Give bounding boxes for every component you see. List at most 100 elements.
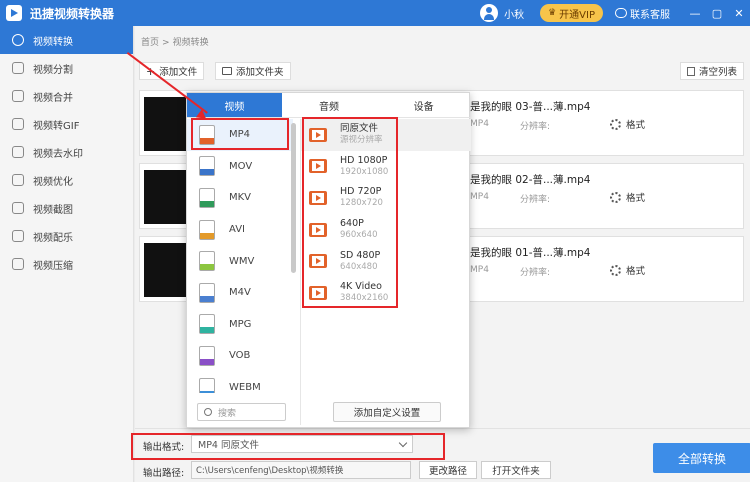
clear-list-label: 清空列表 [698,67,737,78]
sidebar-item-video-compress[interactable]: 视频压缩 [0,250,133,278]
sidebar-item-video-split[interactable]: 视频分割 [0,54,133,82]
format-item-m4v[interactable]: M4V [187,277,293,309]
format-settings-button[interactable]: 格式 [610,117,645,131]
compress-icon [12,258,24,270]
format-list: MP4 MOV MKV AVI WMV M4V MPG VOB WEBM [187,119,293,393]
clear-list-button[interactable]: 清空列表 [679,62,744,80]
add-folder-button[interactable]: 添加文件夹 [215,62,291,80]
file-name: 是我的眼 01-普...薄.mp4 [470,247,591,259]
folder-icon [222,67,232,75]
vip-button[interactable]: ♛ 开通VIP [540,4,603,22]
sidebar-item-video-to-gif[interactable]: 视频转GIF [0,110,133,138]
format-label: AVI [229,224,245,236]
file-format: MP4 [470,265,489,275]
add-file-label: 添加文件 [159,67,198,78]
sidebar: 视频转换 视频分割 视频合并 视频转GIF 视频去水印 视频优化 视频截图 视频… [0,26,134,482]
video-thumbnail [144,97,188,151]
avi-file-icon [199,219,215,240]
file-resolution: 分辨率: [520,122,551,132]
maximize-button[interactable]: ▢ [706,0,728,26]
add-custom-setting-button[interactable]: 添加自定义设置 [333,402,441,422]
app-logo-icon [6,5,22,21]
close-button[interactable]: ✕ [728,0,750,26]
sidebar-item-video-screenshot[interactable]: 视频截图 [0,194,133,222]
add-folder-label: 添加文件夹 [236,67,284,78]
sidebar-item-label: 视频分割 [33,64,73,76]
gear-icon [610,264,621,276]
output-path-field[interactable]: C:\Users\cenfeng\Desktop\视频转换 [191,461,411,479]
format-settings-button[interactable]: 格式 [610,190,645,204]
format-item-avi[interactable]: AVI [187,214,293,246]
format-list-scrollbar[interactable] [291,123,296,273]
format-label: WEBM [229,382,261,393]
sidebar-item-remove-watermark[interactable]: 视频去水印 [0,138,133,166]
format-tabs: 视频 音频 设备 [187,93,471,118]
format-item-mpg[interactable]: MPG [187,309,293,341]
sidebar-item-label: 视频转GIF [33,120,80,132]
vob-file-icon [199,345,215,366]
title-bar: 迅捷视频转换器 小秋 ♛ 开通VIP 联系客服 — ▢ ✕ [0,0,750,26]
format-item-mkv[interactable]: MKV [187,182,293,214]
avatar-icon[interactable] [480,4,499,22]
customer-service-label: 联系客服 [630,9,670,21]
tab-audio[interactable]: 音频 [282,93,377,117]
format-item-vob[interactable]: VOB [187,340,293,372]
sidebar-item-video-convert[interactable]: 视频转换 [0,26,133,54]
format-settings-button[interactable]: 格式 [610,263,645,277]
webm-file-icon [199,377,215,393]
music-icon [12,230,24,242]
file-resolution: 分辨率: [520,268,551,278]
file-name: 是我的眼 02-普...薄.mp4 [470,174,591,186]
breadcrumb-home[interactable]: 首页 [141,38,159,48]
convert-all-button[interactable]: 全部转换 [653,443,750,473]
annotation-box-output-format [131,433,445,460]
format-search-input[interactable]: 搜索 [197,403,286,421]
format-settings-label: 格式 [626,120,646,131]
minimize-button[interactable]: — [684,0,706,26]
format-item-wmv[interactable]: WMV [187,245,293,277]
file-name: 是我的眼 03-普...薄.mp4 [470,101,591,113]
merge-icon [12,90,24,102]
sidebar-item-video-merge[interactable]: 视频合并 [0,82,133,110]
sidebar-item-video-optimize[interactable]: 视频优化 [0,166,133,194]
search-icon [204,408,212,416]
crown-icon: ♛ [548,8,557,18]
format-label: VOB [229,350,251,362]
change-path-button[interactable]: 更改路径 [419,461,477,479]
mpg-file-icon [199,314,215,335]
format-item-mov[interactable]: MOV [187,151,293,183]
split-icon [12,62,24,74]
open-folder-button[interactable]: 打开文件夹 [481,461,551,479]
video-thumbnail [144,243,188,297]
format-label: MPG [229,318,252,330]
optimize-icon [12,174,24,186]
sidebar-item-label: 视频合并 [33,92,73,104]
screenshot-icon [12,202,24,214]
add-file-button[interactable]: + 添加文件 [139,62,205,80]
sidebar-item-label: 视频配乐 [33,232,73,244]
format-settings-label: 格式 [626,193,646,204]
vip-label: 开通VIP [559,9,595,21]
gear-icon [610,191,621,203]
format-label: M4V [229,287,251,299]
m4v-file-icon [199,282,215,303]
file-format: MP4 [470,119,489,129]
tab-device[interactable]: 设备 [376,93,471,117]
sidebar-item-label: 视频去水印 [33,148,83,160]
gif-icon [12,118,24,130]
username[interactable]: 小秋 [504,6,524,21]
sidebar-item-video-music[interactable]: 视频配乐 [0,222,133,250]
convert-icon [12,34,24,46]
mkv-file-icon [199,187,215,208]
mov-file-icon [199,156,215,177]
title-bar-right: 小秋 ♛ 开通VIP 联系客服 — ▢ ✕ [480,0,750,26]
breadcrumb-current: 视频转换 [172,38,209,48]
breadcrumb-separator: > [162,38,170,48]
sidebar-item-label: 视频优化 [33,176,73,188]
file-format: MP4 [470,192,489,202]
sidebar-item-label: 视频压缩 [33,260,73,272]
app-title: 迅捷视频转换器 [30,6,115,21]
customer-service-button[interactable]: 联系客服 [615,6,670,21]
format-item-webm[interactable]: WEBM [187,372,293,393]
annotation-box-presets [302,117,398,308]
